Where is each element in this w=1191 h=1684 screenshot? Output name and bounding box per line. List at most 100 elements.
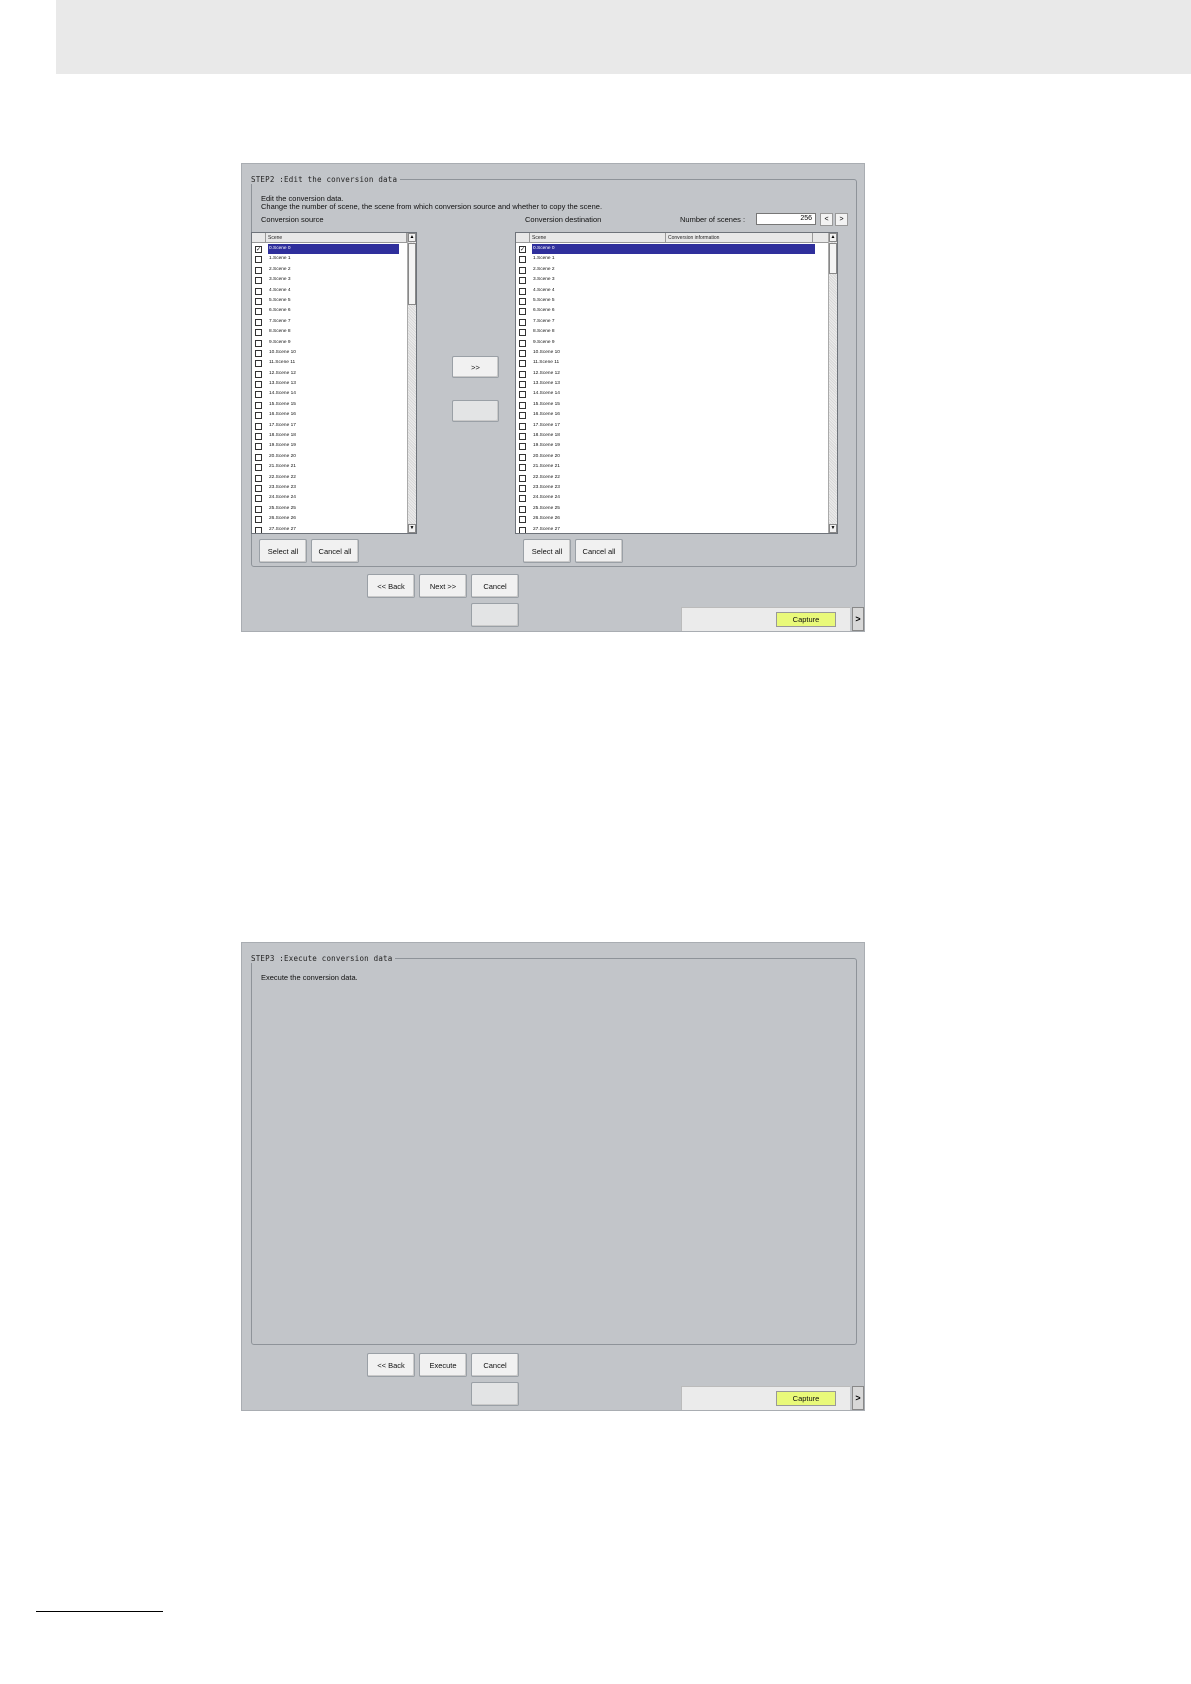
scene-row[interactable]: 2.Scene 2	[252, 265, 416, 275]
scene-checkbox[interactable]	[255, 401, 262, 409]
scene-checkbox[interactable]	[255, 391, 262, 399]
scene-row[interactable]: 6.Scene 6	[252, 306, 416, 316]
scene-row[interactable]: 12.Scene 12	[252, 369, 416, 379]
source-scrollbar[interactable]: ▲ ▼	[407, 233, 416, 533]
scene-row[interactable]: 17.Scene 17	[252, 421, 416, 431]
scene-row[interactable]: 4.Scene 4	[252, 286, 416, 296]
scroll-thumb[interactable]	[408, 243, 416, 305]
scene-checkbox[interactable]	[255, 256, 262, 264]
source-select-all-button[interactable]: Select all	[259, 539, 307, 563]
scene-row[interactable]: 7.Scene 7	[252, 317, 416, 327]
scene-checkbox[interactable]	[255, 526, 262, 533]
scene-checkbox[interactable]	[519, 474, 526, 482]
source-col-scene[interactable]: Scene	[266, 233, 407, 243]
scene-row[interactable]: 24.Scene 24	[516, 493, 837, 503]
destination-select-all-button[interactable]: Select all	[523, 539, 571, 563]
scene-row[interactable]: 14.Scene 14	[516, 389, 837, 399]
scene-row[interactable]: 5.Scene 5	[252, 296, 416, 306]
scene-checkbox[interactable]	[519, 287, 526, 295]
cancel-button[interactable]: Cancel	[471, 1353, 519, 1377]
scene-checkbox[interactable]	[255, 360, 262, 368]
scene-checkbox[interactable]	[255, 505, 262, 513]
scene-checkbox[interactable]	[519, 391, 526, 399]
scene-checkbox[interactable]	[519, 422, 526, 430]
blank-button[interactable]	[452, 400, 499, 422]
scene-checkbox[interactable]	[519, 318, 526, 326]
scene-checkbox[interactable]	[519, 349, 526, 357]
scene-checkbox[interactable]	[519, 484, 526, 492]
scene-checkbox[interactable]	[519, 360, 526, 368]
scene-row[interactable]: 9.Scene 9	[252, 338, 416, 348]
scene-row[interactable]: 19.Scene 19	[516, 441, 837, 451]
scene-checkbox[interactable]	[255, 422, 262, 430]
scroll-thumb[interactable]	[829, 243, 837, 274]
scene-checkbox[interactable]	[519, 401, 526, 409]
capture-button[interactable]: Capture	[776, 1391, 836, 1406]
scene-checkbox[interactable]	[519, 464, 526, 472]
scene-checkbox[interactable]	[519, 505, 526, 513]
scene-row[interactable]: 26.Scene 26	[516, 514, 837, 524]
scroll-down-icon[interactable]: ▼	[829, 524, 837, 533]
scene-row[interactable]: 14.Scene 14	[252, 389, 416, 399]
scene-row[interactable]: 17.Scene 17	[516, 421, 837, 431]
scene-checkbox[interactable]	[255, 339, 262, 347]
scene-row[interactable]: 10.Scene 10	[516, 348, 837, 358]
scene-row[interactable]: 18.Scene 18	[252, 431, 416, 441]
scenes-increase-button[interactable]: >	[835, 213, 848, 226]
scene-checkbox[interactable]	[519, 381, 526, 389]
scene-row[interactable]: 1.Scene 1	[516, 254, 837, 264]
scene-row[interactable]: 25.Scene 25	[516, 504, 837, 514]
scene-row[interactable]: 12.Scene 12	[516, 369, 837, 379]
scene-row[interactable]: 6.Scene 6	[516, 306, 837, 316]
scene-row[interactable]: 3.Scene 3	[252, 275, 416, 285]
scene-row[interactable]: 27.Scene 27	[516, 525, 837, 533]
scene-checkbox[interactable]	[255, 474, 262, 482]
scene-checkbox[interactable]	[519, 297, 526, 305]
scene-row[interactable]: 16.Scene 16	[516, 410, 837, 420]
blank-button[interactable]	[471, 603, 519, 627]
scene-checkbox[interactable]: ✓	[255, 246, 262, 253]
scene-checkbox[interactable]	[255, 329, 262, 337]
scene-checkbox[interactable]	[255, 453, 262, 461]
scene-checkbox[interactable]	[519, 370, 526, 378]
scene-checkbox[interactable]	[255, 443, 262, 451]
scroll-up-icon[interactable]: ▲	[408, 233, 416, 242]
scene-checkbox[interactable]	[519, 516, 526, 524]
scroll-down-icon[interactable]: ▼	[408, 524, 416, 533]
scene-checkbox[interactable]	[519, 433, 526, 441]
scene-checkbox[interactable]	[255, 287, 262, 295]
scene-row[interactable]: 19.Scene 19	[252, 441, 416, 451]
scene-checkbox[interactable]	[255, 516, 262, 524]
scene-checkbox[interactable]	[255, 349, 262, 357]
scenes-decrease-button[interactable]: <	[820, 213, 833, 226]
copy-to-destination-button[interactable]: >>	[452, 356, 499, 378]
scene-row[interactable]: 4.Scene 4	[516, 286, 837, 296]
blank-button[interactable]	[471, 1382, 519, 1406]
capture-button[interactable]: Capture	[776, 612, 836, 627]
scene-row[interactable]: 15.Scene 15	[252, 400, 416, 410]
scene-row[interactable]: 13.Scene 13	[252, 379, 416, 389]
scene-checkbox[interactable]	[255, 297, 262, 305]
scene-checkbox[interactable]	[255, 266, 262, 274]
scene-row[interactable]: 21.Scene 21	[252, 462, 416, 472]
scene-checkbox[interactable]	[519, 453, 526, 461]
scene-checkbox[interactable]	[519, 443, 526, 451]
back-button[interactable]: << Back	[367, 574, 415, 598]
scene-checkbox[interactable]	[255, 433, 262, 441]
scene-row[interactable]: 24.Scene 24	[252, 493, 416, 503]
scene-checkbox[interactable]	[255, 464, 262, 472]
conversion-destination-list[interactable]: Scene Conversion information ✓ 0.Scene 01…	[515, 232, 838, 534]
scene-row[interactable]: ✓ 0.Scene 0	[516, 244, 837, 255]
scene-row[interactable]: 22.Scene 22	[516, 473, 837, 483]
scene-row[interactable]: 26.Scene 26	[252, 514, 416, 524]
destination-scrollbar[interactable]: ▲ ▼	[828, 233, 837, 533]
scene-checkbox[interactable]	[519, 495, 526, 503]
dest-col-conversion-information[interactable]: Conversion information	[666, 233, 813, 243]
scene-row[interactable]: 5.Scene 5	[516, 296, 837, 306]
scene-row[interactable]: 3.Scene 3	[516, 275, 837, 285]
scene-row[interactable]: 27.Scene 27	[252, 525, 416, 533]
scene-row[interactable]: 11.Scene 11	[516, 358, 837, 368]
scene-checkbox[interactable]	[255, 318, 262, 326]
scene-checkbox[interactable]	[519, 308, 526, 316]
scene-checkbox[interactable]	[255, 381, 262, 389]
